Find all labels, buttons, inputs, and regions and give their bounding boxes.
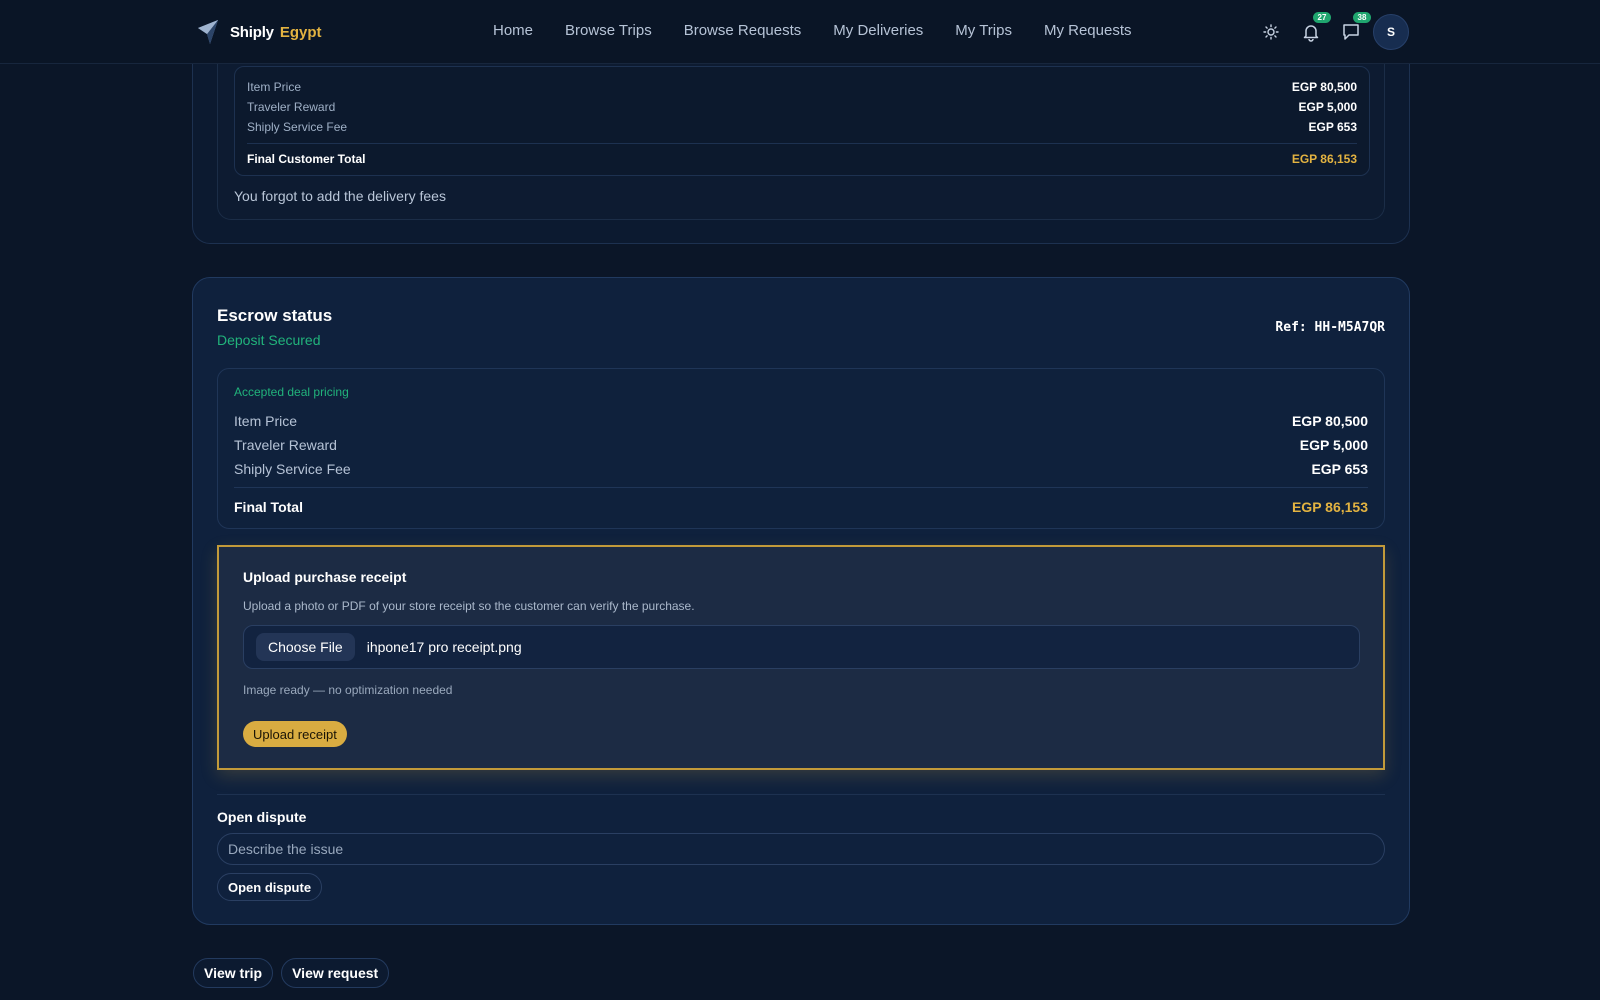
messages-count-badge: 38 [1353, 12, 1371, 23]
divider [234, 487, 1368, 488]
pricing-value: EGP 5,000 [1299, 437, 1368, 453]
offer-note: You forgot to add the delivery fees [234, 188, 446, 204]
pricing-caption: Accepted deal pricing [234, 385, 349, 399]
receipt-file-input[interactable]: Choose File ihpone17 pro receipt.png [243, 625, 1360, 669]
messages-button[interactable]: 38 [1339, 12, 1371, 44]
choose-file-button[interactable]: Choose File [256, 633, 355, 661]
notifications-button[interactable]: 27 [1299, 12, 1331, 44]
user-avatar-button[interactable]: S [1373, 14, 1409, 50]
pricing-row: Item Price EGP 80,500 [234, 409, 1368, 433]
pricing-value: EGP 653 [1311, 461, 1368, 477]
pricing-value: EGP 80,500 [1291, 80, 1357, 94]
sun-icon [1263, 24, 1279, 40]
nav-browse-trips[interactable]: Browse Trips [565, 22, 652, 39]
total-label: Final Total [234, 499, 303, 515]
pricing-label: Item Price [247, 80, 302, 94]
pricing-label: Traveler Reward [234, 437, 337, 453]
brand-country: Egypt [279, 23, 322, 41]
main-nav: Home Browse Trips Browse Requests My Del… [493, 22, 1132, 39]
dispute-description-input[interactable] [217, 833, 1385, 865]
view-trip-button[interactable]: View trip [193, 958, 274, 988]
receipt-upload-panel: Upload purchase receipt Upload a photo o… [217, 545, 1385, 770]
total-value: EGP 86,153 [1291, 499, 1368, 515]
upload-receipt-button[interactable]: Upload receipt [243, 721, 347, 747]
escrow-title: Escrow status [217, 306, 333, 325]
offer-pricing-table: Item Price EGP 80,500 Traveler Reward EG… [234, 66, 1370, 176]
pricing-label: Traveler Reward [247, 100, 336, 114]
pricing-row: Item Price EGP 80,500 [247, 77, 1357, 97]
pricing-total-row: Final Customer Total EGP 86,153 [247, 144, 1357, 174]
theme-toggle-button[interactable] [1259, 20, 1283, 44]
paper-plane-logo-icon [198, 20, 218, 44]
pricing-label: Item Price [234, 413, 298, 429]
total-label: Final Customer Total [247, 152, 366, 166]
nav-my-trips[interactable]: My Trips [955, 22, 1012, 39]
pricing-row: Shiply Service Fee EGP 653 [234, 457, 1368, 481]
dispute-label: Open dispute [217, 809, 307, 825]
top-navbar: Shiply Egypt Home Browse Trips Browse Re… [0, 0, 1600, 64]
selected-file-name: ihpone17 pro receipt.png [366, 639, 522, 655]
nav-my-requests[interactable]: My Requests [1044, 22, 1132, 39]
nav-browse-requests[interactable]: Browse Requests [684, 22, 802, 39]
view-request-button[interactable]: View request [281, 958, 390, 988]
bottom-links: View trip View request [193, 958, 390, 988]
nav-my-deliveries[interactable]: My Deliveries [833, 22, 923, 39]
pricing-row: Traveler Reward EGP 5,000 [247, 97, 1357, 117]
pricing-value: EGP 653 [1308, 120, 1357, 134]
nav-home[interactable]: Home [493, 22, 533, 39]
notifications-count-badge: 27 [1313, 12, 1331, 23]
accepted-pricing-panel: Accepted deal pricing Item Price EGP 80,… [217, 368, 1385, 529]
pricing-row: Shiply Service Fee EGP 653 [247, 117, 1357, 137]
chat-icon [1343, 24, 1359, 40]
open-dispute-button[interactable]: Open dispute [217, 873, 323, 901]
pricing-value: EGP 5,000 [1298, 100, 1358, 114]
brand-logo-link[interactable]: Shiply Egypt [196, 18, 321, 46]
upload-ready-text: Image ready — no optimization needed [243, 683, 453, 697]
escrow-reference: Ref: HH-M5A7QR [1275, 320, 1385, 335]
upload-description: Upload a photo or PDF of your store rece… [243, 599, 695, 613]
escrow-status-text: Deposit Secured [217, 332, 321, 348]
total-value: EGP 86,153 [1291, 152, 1357, 166]
pricing-total-row: Final Total EGP 86,153 [234, 492, 1368, 522]
pricing-value: EGP 80,500 [1291, 413, 1368, 429]
pricing-label: Shiply Service Fee [247, 120, 348, 134]
pricing-label: Shiply Service Fee [234, 461, 351, 477]
divider [217, 794, 1385, 795]
pricing-row: Traveler Reward EGP 5,000 [234, 433, 1368, 457]
brand-name: Shiply [230, 23, 274, 41]
bell-icon [1303, 25, 1319, 42]
upload-title: Upload purchase receipt [243, 569, 407, 585]
escrow-card: Escrow status Deposit Secured Ref: HH-M5… [192, 277, 1410, 925]
